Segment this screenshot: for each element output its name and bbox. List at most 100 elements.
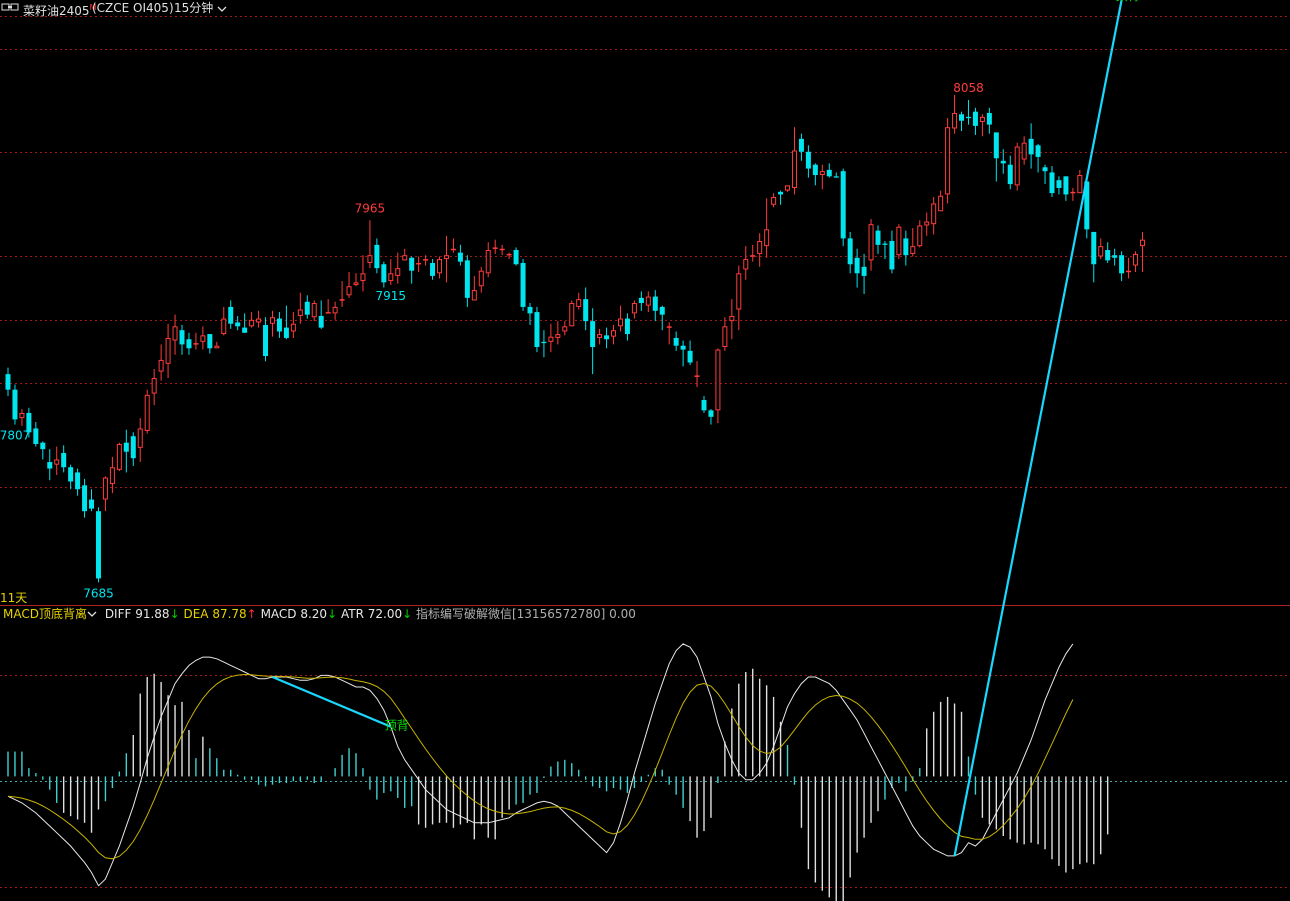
candle (123, 429, 129, 473)
candle-body (833, 176, 839, 178)
divergence-label: 顶背 (385, 719, 409, 733)
candle (360, 255, 366, 292)
candle (1077, 169, 1083, 194)
candle (1139, 231, 1145, 273)
price-extreme-label: 7965 (355, 201, 386, 215)
candle-body (903, 238, 909, 256)
candle-body (221, 318, 227, 335)
candle (381, 261, 387, 288)
candle-body (193, 343, 199, 345)
candle (339, 281, 345, 307)
candle (388, 259, 394, 285)
candle-body (249, 319, 255, 327)
candle-body (12, 389, 18, 420)
candle-body (548, 336, 554, 342)
candle-body (290, 323, 296, 332)
candle (1021, 136, 1027, 165)
candle (1098, 238, 1104, 260)
candle-body (437, 259, 443, 274)
candle (617, 305, 623, 332)
candle-body (785, 185, 791, 191)
candle (89, 489, 95, 512)
candle (1042, 164, 1048, 185)
candle (750, 244, 756, 262)
candle (1007, 155, 1013, 190)
chart-area[interactable]: 76857965780780587915 顶背顶背 11天 (0, 0, 1290, 901)
candle (395, 252, 401, 284)
price-extreme-label: 7807 (0, 429, 30, 443)
candle-body (165, 337, 171, 364)
candle (562, 321, 568, 336)
candle-body (416, 262, 422, 265)
candle (499, 244, 505, 256)
candle-body (673, 337, 679, 346)
candle (604, 327, 610, 349)
candle (19, 409, 25, 426)
candle-body (611, 330, 617, 337)
candle (576, 292, 582, 310)
candle (555, 321, 561, 345)
candle-body (158, 359, 164, 372)
candle-body (82, 485, 88, 512)
candle-body (116, 443, 122, 470)
candle (179, 325, 185, 355)
price-extreme-label: 7685 (83, 586, 114, 600)
candle-body (423, 259, 429, 261)
candle (673, 331, 679, 351)
candle-body (339, 299, 345, 301)
candle-body (604, 335, 610, 340)
indicator-name: MACD顶底背离 (3, 607, 87, 621)
candle-body (478, 270, 484, 287)
candle (450, 238, 456, 253)
candle (868, 218, 874, 271)
candle-body (931, 203, 937, 225)
candle-body (61, 453, 67, 468)
candle-body (743, 259, 749, 270)
candle (1105, 242, 1111, 263)
candle-body (666, 326, 672, 328)
candle (443, 235, 449, 283)
candle-body (701, 400, 707, 411)
candle-body (276, 318, 282, 332)
candle-body (40, 442, 46, 450)
candle-body (534, 312, 540, 347)
candle-body (332, 306, 338, 314)
candle-body (812, 164, 818, 176)
candle (186, 332, 192, 355)
candle (1014, 142, 1020, 191)
candle (263, 317, 269, 362)
candle (527, 303, 533, 326)
candle (311, 300, 317, 322)
grid-lines (0, 16, 1290, 888)
atr-value: ATR 72.00 (340, 607, 403, 621)
candle-body (757, 240, 763, 254)
candle-body (631, 303, 637, 314)
candle-body (214, 345, 220, 349)
candle-body (109, 467, 115, 485)
candle-body (325, 312, 331, 314)
candle-body (910, 246, 916, 254)
candle (889, 230, 895, 274)
candle-body (144, 394, 150, 432)
candle-body (680, 345, 686, 350)
candle-body (1028, 138, 1034, 155)
candle-body (861, 266, 867, 276)
candle (144, 389, 150, 434)
candle-body (353, 282, 359, 285)
candle (151, 368, 157, 406)
candle-body (798, 138, 804, 152)
candle-body (1014, 146, 1020, 186)
candle (1091, 231, 1097, 283)
candle (861, 253, 867, 294)
candle (611, 325, 617, 345)
candle (492, 239, 498, 254)
indicator-selector[interactable]: MACD顶底背离 (3, 606, 97, 622)
candle-body (430, 262, 436, 276)
candle (82, 478, 88, 518)
candle (903, 230, 909, 266)
candle-body (938, 195, 944, 212)
candle-body (979, 116, 985, 123)
candle (826, 163, 832, 178)
candle (638, 291, 644, 311)
candle (506, 252, 512, 260)
